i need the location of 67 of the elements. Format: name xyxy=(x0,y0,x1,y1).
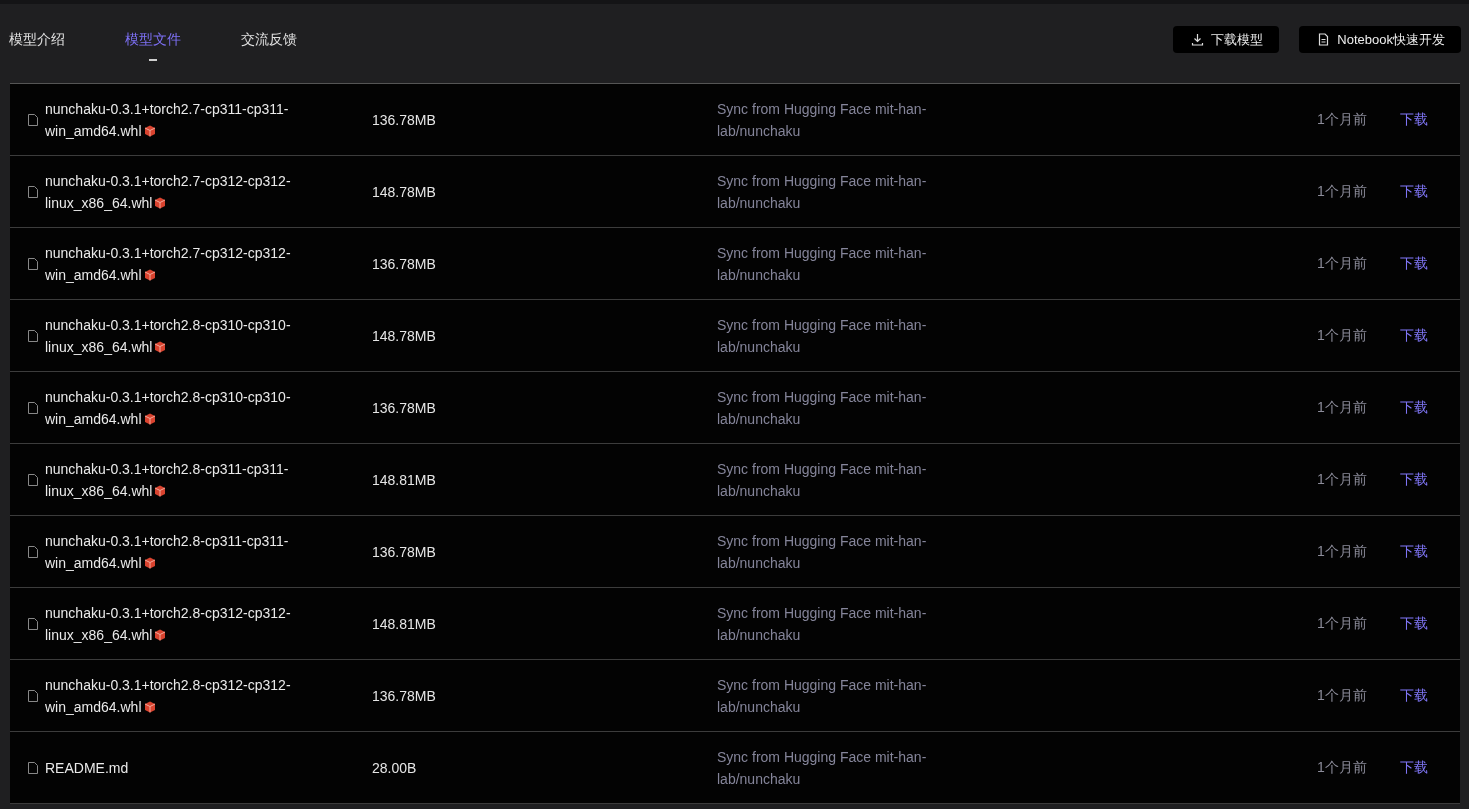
file-size: 136.78MB xyxy=(372,399,437,416)
file-size: 136.78MB xyxy=(372,111,437,128)
commit-message: Sync from Hugging Face mit-han-lab/nunchaku xyxy=(717,99,928,141)
updated-time: 1个月前 xyxy=(1317,470,1368,489)
download-link[interactable]: 下载 xyxy=(1400,110,1460,129)
file-size: 148.78MB xyxy=(372,327,437,344)
tab[interactable]: 交流反馈 xyxy=(241,18,297,61)
file-name[interactable]: nunchaku-0.3.1+torch2.8-cp311-cp311-win_amd64.whl xyxy=(45,529,315,574)
file-size: 148.81MB xyxy=(372,615,437,632)
notebook-button[interactable]: Notebook快速开发 xyxy=(1299,26,1461,53)
file-size: 136.78MB xyxy=(372,687,437,704)
file-name[interactable]: nunchaku-0.3.1+torch2.8-cp310-cp310-win_amd64.whl xyxy=(45,385,315,430)
download-link[interactable]: 下载 xyxy=(1400,254,1460,273)
file-name[interactable]: nunchaku-0.3.1+torch2.7-cp311-cp311-win_amd64.whl xyxy=(45,97,315,142)
commit-message: Sync from Hugging Face mit-han-lab/nunchaku xyxy=(717,747,928,789)
commit-message: Sync from Hugging Face mit-han-lab/nunchaku xyxy=(717,531,928,573)
file-size: 136.78MB xyxy=(372,255,437,272)
file-name[interactable]: nunchaku-0.3.1+torch2.8-cp310-cp310-linux_x86_64.whl xyxy=(45,313,315,358)
file-icon xyxy=(28,329,38,342)
updated-time: 1个月前 xyxy=(1317,398,1368,417)
file-size: 28.00B xyxy=(372,759,418,776)
file-icon xyxy=(28,185,38,198)
updated-time: 1个月前 xyxy=(1317,110,1368,129)
download-link[interactable]: 下载 xyxy=(1400,614,1460,633)
file-icon xyxy=(28,689,38,702)
download-link[interactable]: 下载 xyxy=(1400,542,1460,561)
document-icon xyxy=(1317,33,1331,46)
file-icon xyxy=(28,473,38,486)
updated-time: 1个月前 xyxy=(1317,686,1368,705)
download-link[interactable]: 下载 xyxy=(1400,398,1460,417)
tab[interactable]: 模型文件 xyxy=(125,18,181,61)
file-icon xyxy=(28,113,38,126)
file-icon xyxy=(28,617,38,630)
download-icon xyxy=(1191,33,1205,46)
download-link[interactable]: 下载 xyxy=(1400,686,1460,705)
commit-message: Sync from Hugging Face mit-han-lab/nunchaku xyxy=(717,459,928,501)
file-icon xyxy=(28,257,38,270)
file-name[interactable]: nunchaku-0.3.1+torch2.8-cp312-cp312-win_amd64.whl xyxy=(45,673,315,718)
commit-message: Sync from Hugging Face mit-han-lab/nunchaku xyxy=(717,675,928,717)
updated-time: 1个月前 xyxy=(1317,182,1368,201)
updated-time: 1个月前 xyxy=(1317,758,1368,777)
file-size: 148.78MB xyxy=(372,183,437,200)
download-model-button[interactable]: 下载模型 xyxy=(1173,26,1280,53)
updated-time: 1个月前 xyxy=(1317,254,1368,273)
updated-time: 1个月前 xyxy=(1317,614,1368,633)
download-link[interactable]: 下载 xyxy=(1400,470,1460,489)
file-name[interactable]: README.md xyxy=(45,756,315,779)
commit-message: Sync from Hugging Face mit-han-lab/nunchaku xyxy=(717,315,928,357)
commit-message: Sync from Hugging Face mit-han-lab/nunchaku xyxy=(717,171,928,213)
file-icon xyxy=(28,401,38,414)
tab[interactable]: 模型介绍 xyxy=(9,18,65,61)
download-link[interactable]: 下载 xyxy=(1400,326,1460,345)
file-size: 148.81MB xyxy=(372,471,437,488)
file-name[interactable]: nunchaku-0.3.1+torch2.7-cp312-cp312-win_amd64.whl xyxy=(45,241,315,286)
download-link[interactable]: 下载 xyxy=(1400,758,1460,777)
commit-message: Sync from Hugging Face mit-han-lab/nunchaku xyxy=(717,387,928,429)
file-size: 136.78MB xyxy=(372,543,437,560)
updated-time: 1个月前 xyxy=(1317,326,1368,345)
updated-time: 1个月前 xyxy=(1317,542,1368,561)
download-link[interactable]: 下载 xyxy=(1400,182,1460,201)
file-name[interactable]: nunchaku-0.3.1+torch2.8-cp311-cp311-linux_x86_64.whl xyxy=(45,457,315,502)
commit-message: Sync from Hugging Face mit-han-lab/nunchaku xyxy=(717,603,928,645)
commit-message: Sync from Hugging Face mit-han-lab/nunchaku xyxy=(717,243,928,285)
file-icon xyxy=(28,761,38,774)
file-name[interactable]: nunchaku-0.3.1+torch2.8-cp312-cp312-linux_x86_64.whl xyxy=(45,601,315,646)
file-name[interactable]: nunchaku-0.3.1+torch2.7-cp312-cp312-linux_x86_64.whl xyxy=(45,169,315,214)
file-icon xyxy=(28,545,38,558)
